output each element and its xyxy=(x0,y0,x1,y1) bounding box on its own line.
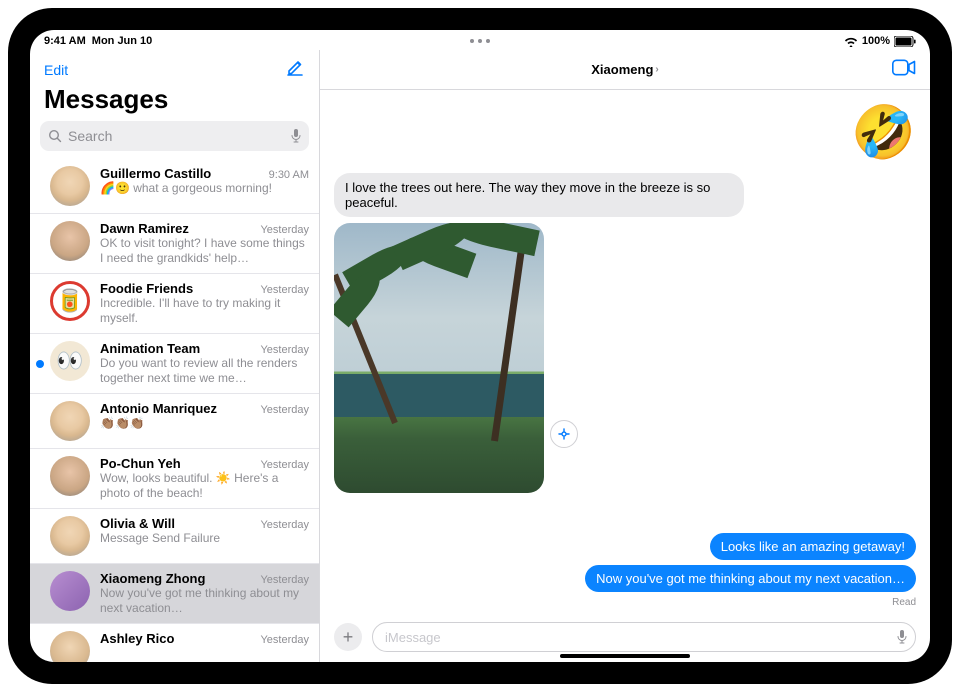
compose-button[interactable] xyxy=(285,58,305,83)
avatar xyxy=(50,166,90,206)
share-button[interactable] xyxy=(550,420,578,448)
status-date: Mon Jun 10 xyxy=(92,35,153,47)
conversation-name: Olivia & Will xyxy=(100,516,175,531)
main-pane: Xiaomeng › 🤣 I love the trees out here. … xyxy=(320,50,930,662)
emoji-message: 🤣 xyxy=(334,102,916,163)
conversation-name: Dawn Ramirez xyxy=(100,221,189,236)
conversation-time: Yesterday xyxy=(260,224,309,236)
outgoing-bubble-1: Looks like an amazing getaway! xyxy=(710,533,916,560)
dictation-icon[interactable] xyxy=(291,129,301,143)
conversation-time: Yesterday xyxy=(260,519,309,531)
avatar xyxy=(50,571,90,611)
unread-dot xyxy=(36,360,44,368)
conversation-header: Xiaomeng › xyxy=(320,50,930,90)
conversation-row[interactable]: Guillermo Castillo 9:30 AM🌈🙂 what a gorge… xyxy=(30,159,319,214)
share-icon xyxy=(557,427,571,441)
incoming-bubble: I love the trees out here. The way they … xyxy=(334,173,744,217)
conversation-row[interactable]: 🥫 Foodie Friends YesterdayIncredible. I'll… xyxy=(30,274,319,334)
conversation-area: 🤣 I love the trees out here. The way the… xyxy=(320,90,930,620)
status-time: 9:41 AM xyxy=(44,35,86,47)
conversation-name: Xiaomeng Zhong xyxy=(100,571,205,586)
chevron-right-icon: › xyxy=(655,64,658,75)
conversation-preview: 🌈🙂 what a gorgeous morning! xyxy=(100,181,309,196)
conversation-row[interactable]: 👀 Animation Team YesterdayDo you want to r… xyxy=(30,334,319,394)
conversation-row[interactable]: Antonio Manriquez Yesterday👏🏽👏🏽👏🏽 xyxy=(30,394,319,449)
avatar xyxy=(50,401,90,441)
photo-attachment[interactable] xyxy=(334,223,544,493)
avatar xyxy=(50,221,90,261)
video-icon xyxy=(892,59,916,75)
conversation-row[interactable]: Olivia & Will YesterdayMessage Send Failu… xyxy=(30,509,319,564)
search-icon xyxy=(48,129,62,143)
compose-icon xyxy=(285,58,305,78)
avatar: 👀 xyxy=(50,341,90,381)
conversation-list: Guillermo Castillo 9:30 AM🌈🙂 what a gorge… xyxy=(30,159,319,662)
home-indicator[interactable] xyxy=(560,654,690,658)
conversation-name: Antonio Manriquez xyxy=(100,401,217,416)
conversation-preview: Do you want to review all the renders to… xyxy=(100,356,309,386)
search-input[interactable] xyxy=(68,128,285,144)
outgoing-bubble-2: Now you've got me thinking about my next… xyxy=(585,565,916,592)
add-attachment-button[interactable]: + xyxy=(334,623,362,651)
multitask-indicator[interactable] xyxy=(470,39,490,43)
battery-icon xyxy=(894,36,916,47)
conversation-time: 9:30 AM xyxy=(269,169,309,181)
conversation-row[interactable]: Ashley Rico Yesterday xyxy=(30,624,319,662)
conversation-preview: Message Send Failure xyxy=(100,531,309,546)
conversation-name: Foodie Friends xyxy=(100,281,193,296)
conversation-name: Ashley Rico xyxy=(100,631,174,646)
conversation-time: Yesterday xyxy=(260,344,309,356)
compose-placeholder: iMessage xyxy=(385,630,441,645)
edit-button[interactable]: Edit xyxy=(44,62,68,78)
wifi-icon xyxy=(844,36,858,47)
search-field[interactable] xyxy=(40,121,309,151)
screen: 9:41 AM Mon Jun 10 100% Edit Messages xyxy=(30,30,930,662)
sidebar-title: Messages xyxy=(30,84,319,121)
device-frame: 9:41 AM Mon Jun 10 100% Edit Messages xyxy=(8,8,952,684)
read-receipt: Read xyxy=(892,597,916,608)
conversation-preview: Incredible. I'll have to try making it m… xyxy=(100,296,309,326)
conversation-name: Guillermo Castillo xyxy=(100,166,211,181)
contact-name-button[interactable]: Xiaomeng › xyxy=(591,62,658,77)
conversation-preview: Now you've got me thinking about my next… xyxy=(100,586,309,616)
contact-name: Xiaomeng xyxy=(591,62,653,77)
conversation-time: Yesterday xyxy=(260,574,309,586)
facetime-button[interactable] xyxy=(892,59,916,80)
status-bar: 9:41 AM Mon Jun 10 100% xyxy=(30,30,930,50)
conversation-name: Po-Chun Yeh xyxy=(100,456,181,471)
avatar xyxy=(50,631,90,662)
conversation-time: Yesterday xyxy=(260,284,309,296)
avatar: 🥫 xyxy=(50,281,90,321)
conversation-preview: Wow, looks beautiful. ☀️ Here's a photo … xyxy=(100,471,309,501)
conversation-time: Yesterday xyxy=(260,404,309,416)
conversation-name: Animation Team xyxy=(100,341,200,356)
compose-field[interactable]: iMessage xyxy=(372,622,916,652)
avatar xyxy=(50,516,90,556)
battery-percent: 100% xyxy=(862,35,890,47)
conversation-row[interactable]: Xiaomeng Zhong YesterdayNow you've got me… xyxy=(30,564,319,624)
conversation-preview: OK to visit tonight? I have some things … xyxy=(100,236,309,266)
conversation-row[interactable]: Po-Chun Yeh YesterdayWow, looks beautiful… xyxy=(30,449,319,509)
avatar xyxy=(50,456,90,496)
conversation-preview: 👏🏽👏🏽👏🏽 xyxy=(100,416,309,431)
plus-icon: + xyxy=(343,627,354,648)
conversation-time: Yesterday xyxy=(260,459,309,471)
dictation-icon[interactable] xyxy=(897,630,907,644)
conversation-time: Yesterday xyxy=(260,634,309,646)
conversation-row[interactable]: Dawn Ramirez YesterdayOK to visit tonight… xyxy=(30,214,319,274)
sidebar: Edit Messages Guillermo Castillo 9:30 AM🌈… xyxy=(30,50,320,662)
